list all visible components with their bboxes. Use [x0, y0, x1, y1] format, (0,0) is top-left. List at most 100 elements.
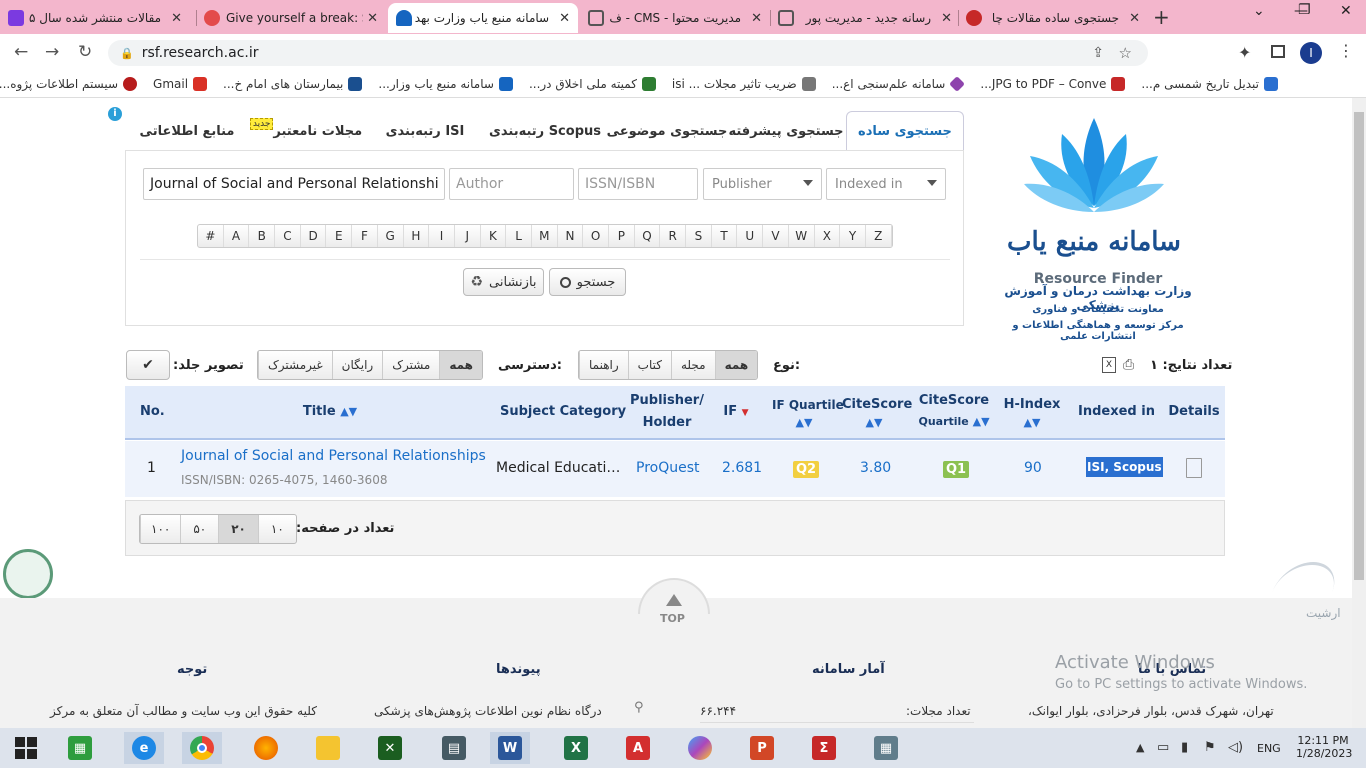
new-tab-button[interactable]: + [1153, 5, 1170, 29]
reset-button[interactable]: بازنشانی ♻ [463, 268, 544, 296]
tab-scopus-ranking[interactable]: رتبه‌بندی Scopus [489, 111, 601, 151]
extensions-icon[interactable]: ✦ [1238, 43, 1251, 62]
tab-subject-search[interactable]: جستجوی موضوعی [607, 111, 728, 151]
browser-tab-6[interactable]: ✕ جستجوی ساده مقالات چا [958, 3, 1148, 33]
alphabet-letter-button[interactable]: R [660, 225, 687, 247]
alphabet-letter-button[interactable]: M [532, 225, 558, 247]
alphabet-letter-button[interactable]: U [737, 225, 764, 247]
excel-icon[interactable]: X [556, 732, 596, 764]
header-title[interactable]: Title ▲▼ [290, 403, 370, 421]
alphabet-letter-button[interactable]: X [815, 225, 841, 247]
share-icon[interactable]: ⇪ [1092, 45, 1104, 61]
header-hindex[interactable]: H-Index ▲▼ [1000, 396, 1064, 432]
file-explorer-icon[interactable] [308, 732, 348, 764]
firefox-icon[interactable] [246, 732, 286, 764]
alphabet-letter-button[interactable]: F [352, 225, 378, 247]
address-bar[interactable]: 🔒 rsf.research.ac.ir ⇪ ☆ [108, 40, 1148, 66]
alphabet-letter-button[interactable]: T [712, 225, 738, 247]
alphabet-letter-button[interactable]: N [558, 225, 584, 247]
alphabet-letter-button[interactable]: C [275, 225, 301, 247]
header-citescore[interactable]: CiteScore ▲▼ [842, 396, 912, 432]
browser-tab-1[interactable]: ✕ مقالات منتشر شده سال ۵ [0, 3, 190, 33]
page-size-50[interactable]: ۵۰ [180, 515, 218, 543]
type-option-book[interactable]: کتاب [627, 351, 671, 379]
author-input[interactable]: Author [449, 168, 574, 200]
alphabet-letter-button[interactable]: P [609, 225, 635, 247]
tab-isi-ranking[interactable]: رتبه‌بندی ISI [378, 111, 472, 151]
type-option-all[interactable]: همه [714, 351, 758, 379]
windows-start-icon[interactable] [6, 732, 46, 764]
language-indicator[interactable]: ENG [1257, 742, 1281, 755]
page-size-100[interactable]: ۱۰۰ [140, 515, 180, 543]
battery-icon[interactable]: ▮ [1181, 740, 1188, 755]
word-icon[interactable]: W [490, 732, 530, 764]
access-option-subscribed[interactable]: مشترک [382, 351, 439, 379]
alphabet-letter-button[interactable]: J [455, 225, 481, 247]
header-if[interactable]: IF ▼ [716, 403, 756, 422]
cover-image-toggle[interactable]: ✔ [126, 350, 170, 380]
alphabet-letter-button[interactable]: A [224, 225, 250, 247]
profile-avatar[interactable]: I [1300, 42, 1322, 64]
side-panel-icon[interactable] [1271, 45, 1285, 58]
network-icon[interactable]: ▭ [1157, 740, 1169, 755]
alphabet-letter-button[interactable]: L [506, 225, 532, 247]
tab-simple-search[interactable]: جستجوی ساده [846, 111, 964, 151]
flag-icon[interactable]: ⚑ [1204, 740, 1216, 755]
forward-arrow-icon[interactable]: → [45, 42, 59, 62]
indexed-in-select[interactable]: Indexed in [826, 168, 946, 200]
alphabet-letter-button[interactable]: Y [840, 225, 866, 247]
close-window-icon[interactable]: ✕ [1340, 3, 1352, 19]
alphabet-letter-button[interactable]: E [326, 225, 353, 247]
alphabet-letter-button[interactable]: # [198, 225, 224, 247]
browser-tab-2[interactable]: ✕ Give yourself a break: S [196, 3, 386, 33]
alphabet-letter-button[interactable]: W [789, 225, 815, 247]
alphabet-letter-button[interactable]: K [481, 225, 507, 247]
alphabet-letter-button[interactable]: G [378, 225, 404, 247]
document-details-icon[interactable] [1186, 458, 1202, 478]
tab-advanced-search[interactable]: جستجوی پیشرفته [728, 111, 843, 151]
alphabet-letter-button[interactable]: S [686, 225, 712, 247]
scanner-icon[interactable]: ▤ [434, 732, 474, 764]
tab-information-sources[interactable]: منابع اطلاعاتی [140, 111, 235, 151]
bookmark-item[interactable]: JPG to PDF – Conve... [980, 76, 1126, 91]
alphabet-letter-button[interactable]: H [404, 225, 430, 247]
close-icon[interactable]: ✕ [559, 11, 570, 26]
bookmark-star-icon[interactable]: ☆ [1119, 44, 1132, 62]
tray-arrow-icon[interactable]: ▲ [1136, 741, 1144, 754]
chrome-icon[interactable] [182, 732, 222, 764]
journal-title-input[interactable]: Journal of Social and Personal Relations… [143, 168, 445, 200]
alphabet-letter-button[interactable]: V [763, 225, 789, 247]
footer-link-item[interactable]: درگاه نظام نوین اطلاعات پژوهش‌های پزشکی [374, 704, 602, 718]
issn-input[interactable]: ISSN/ISBN [578, 168, 698, 200]
header-if-quartile[interactable]: IF Quartile ▲▼ [772, 396, 844, 432]
page-size-10[interactable]: ۱۰ [257, 515, 296, 543]
access-option-free[interactable]: رایگان [331, 351, 383, 379]
reload-icon[interactable]: ↻ [78, 42, 92, 62]
row-title-link[interactable]: Journal of Social and Personal Relations… [181, 448, 486, 464]
excel-export-icon[interactable]: X [1102, 357, 1116, 373]
equation-editor-icon[interactable]: Σ [804, 732, 844, 764]
store-icon[interactable]: ▦ [60, 732, 100, 764]
volume-icon[interactable]: ◁) [1228, 740, 1243, 755]
header-citescore-quartile[interactable]: CiteScore Quartile ▲▼ [918, 392, 990, 431]
scrollbar-thumb[interactable] [1354, 112, 1364, 580]
bookmark-item[interactable]: Gmail [153, 76, 208, 91]
type-option-guide[interactable]: راهنما [579, 351, 628, 379]
tab-search-icon[interactable]: ⌄ [1253, 3, 1265, 19]
alphabet-letter-button[interactable]: B [249, 225, 276, 247]
bookmark-item[interactable]: کمیته ملی اخلاق در... [529, 76, 656, 91]
app-icon[interactable]: ✕ [370, 732, 410, 764]
alphabet-letter-button[interactable]: O [583, 225, 609, 247]
publisher-select[interactable]: Publisher [703, 168, 822, 200]
back-arrow-icon[interactable]: ← [14, 42, 28, 62]
close-icon[interactable]: ✕ [1129, 11, 1140, 26]
page-size-20[interactable]: ۲۰ [218, 515, 258, 543]
bookmark-item[interactable]: ضریب تاثیر مجلات ... isi [672, 76, 816, 91]
acrobat-icon[interactable]: A [618, 732, 658, 764]
browser-tab-5[interactable]: ✕ رسانه جدید - مدیریت پور [770, 3, 960, 33]
calculator-icon[interactable]: ▦ [866, 732, 906, 764]
search-button[interactable]: جستجو [549, 268, 626, 296]
tab-invalid-journals[interactable]: مجلات نامعتبر جدید [249, 111, 362, 151]
menu-kebab-icon[interactable]: ⋮ [1338, 41, 1354, 60]
restore-icon[interactable]: ❐ [1298, 2, 1311, 18]
